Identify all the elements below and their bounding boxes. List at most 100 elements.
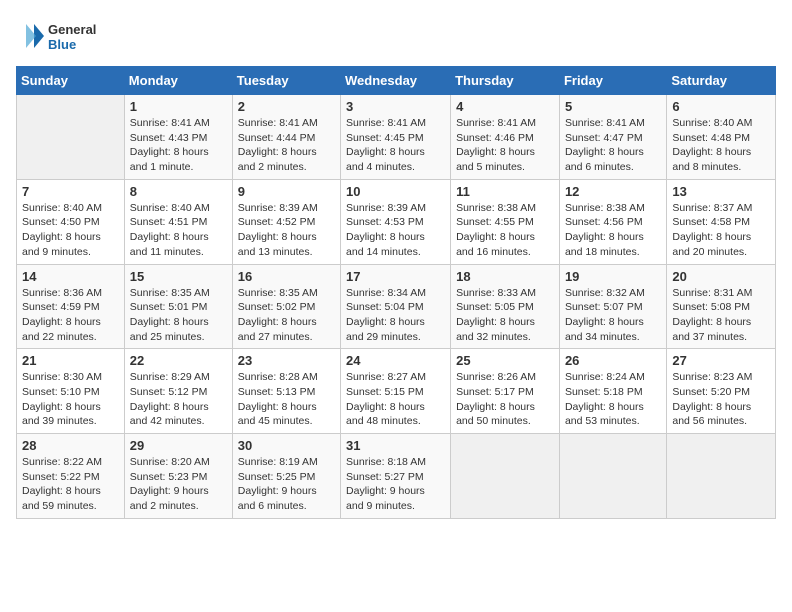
day-number: 29 [130,438,227,453]
svg-text:Blue: Blue [48,37,76,52]
calendar-week-row: 21 Sunrise: 8:30 AM Sunset: 5:10 PM Dayli… [17,349,776,434]
calendar-cell: 10 Sunrise: 8:39 AM Sunset: 4:53 PM Dayli… [341,179,451,264]
calendar-cell: 2 Sunrise: 8:41 AM Sunset: 4:44 PM Daylig… [232,95,340,180]
day-info: Sunrise: 8:28 AM Sunset: 5:13 PM Dayligh… [238,370,335,429]
calendar-cell: 11 Sunrise: 8:38 AM Sunset: 4:55 PM Dayli… [451,179,560,264]
day-number: 7 [22,184,119,199]
day-info: Sunrise: 8:40 AM Sunset: 4:50 PM Dayligh… [22,201,119,260]
day-of-week-header: Saturday [667,67,776,95]
calendar-cell: 30 Sunrise: 8:19 AM Sunset: 5:25 PM Dayli… [232,434,340,519]
day-number: 19 [565,269,661,284]
day-number: 4 [456,99,554,114]
calendar-cell [667,434,776,519]
day-info: Sunrise: 8:37 AM Sunset: 4:58 PM Dayligh… [672,201,770,260]
day-info: Sunrise: 8:18 AM Sunset: 5:27 PM Dayligh… [346,455,445,514]
day-number: 20 [672,269,770,284]
day-info: Sunrise: 8:38 AM Sunset: 4:55 PM Dayligh… [456,201,554,260]
calendar-cell: 7 Sunrise: 8:40 AM Sunset: 4:50 PM Daylig… [17,179,125,264]
day-number: 22 [130,353,227,368]
day-info: Sunrise: 8:33 AM Sunset: 5:05 PM Dayligh… [456,286,554,345]
day-number: 28 [22,438,119,453]
calendar-cell: 24 Sunrise: 8:27 AM Sunset: 5:15 PM Dayli… [341,349,451,434]
calendar-table: SundayMondayTuesdayWednesdayThursdayFrid… [16,66,776,519]
calendar-cell: 23 Sunrise: 8:28 AM Sunset: 5:13 PM Dayli… [232,349,340,434]
day-of-week-header: Friday [559,67,666,95]
day-number: 26 [565,353,661,368]
day-info: Sunrise: 8:29 AM Sunset: 5:12 PM Dayligh… [130,370,227,429]
calendar-cell: 6 Sunrise: 8:40 AM Sunset: 4:48 PM Daylig… [667,95,776,180]
calendar-cell [451,434,560,519]
day-number: 1 [130,99,227,114]
day-number: 15 [130,269,227,284]
day-info: Sunrise: 8:22 AM Sunset: 5:22 PM Dayligh… [22,455,119,514]
day-number: 12 [565,184,661,199]
day-info: Sunrise: 8:41 AM Sunset: 4:44 PM Dayligh… [238,116,335,175]
day-number: 8 [130,184,227,199]
day-info: Sunrise: 8:40 AM Sunset: 4:48 PM Dayligh… [672,116,770,175]
day-info: Sunrise: 8:38 AM Sunset: 4:56 PM Dayligh… [565,201,661,260]
day-number: 24 [346,353,445,368]
day-info: Sunrise: 8:27 AM Sunset: 5:15 PM Dayligh… [346,370,445,429]
day-of-week-header: Tuesday [232,67,340,95]
day-of-week-header: Monday [124,67,232,95]
day-info: Sunrise: 8:35 AM Sunset: 5:02 PM Dayligh… [238,286,335,345]
day-number: 2 [238,99,335,114]
day-number: 11 [456,184,554,199]
calendar-cell: 17 Sunrise: 8:34 AM Sunset: 5:04 PM Dayli… [341,264,451,349]
day-number: 10 [346,184,445,199]
day-number: 3 [346,99,445,114]
day-number: 23 [238,353,335,368]
calendar-cell: 20 Sunrise: 8:31 AM Sunset: 5:08 PM Dayli… [667,264,776,349]
day-of-week-header: Wednesday [341,67,451,95]
calendar-cell: 16 Sunrise: 8:35 AM Sunset: 5:02 PM Dayli… [232,264,340,349]
day-info: Sunrise: 8:30 AM Sunset: 5:10 PM Dayligh… [22,370,119,429]
day-number: 6 [672,99,770,114]
calendar-cell: 14Sunrise: 8:36 AM Sunset: 4:59 PM Dayli… [17,264,125,349]
calendar-cell [559,434,666,519]
day-info: Sunrise: 8:39 AM Sunset: 4:53 PM Dayligh… [346,201,445,260]
page-header: General Blue [16,16,776,56]
day-info: Sunrise: 8:40 AM Sunset: 4:51 PM Dayligh… [130,201,227,260]
calendar-cell: 13 Sunrise: 8:37 AM Sunset: 4:58 PM Dayli… [667,179,776,264]
calendar-week-row: 7 Sunrise: 8:40 AM Sunset: 4:50 PM Daylig… [17,179,776,264]
calendar-header-row: SundayMondayTuesdayWednesdayThursdayFrid… [17,67,776,95]
day-info: Sunrise: 8:31 AM Sunset: 5:08 PM Dayligh… [672,286,770,345]
calendar-cell: 12 Sunrise: 8:38 AM Sunset: 4:56 PM Dayli… [559,179,666,264]
calendar-cell: 21 Sunrise: 8:30 AM Sunset: 5:10 PM Dayli… [17,349,125,434]
day-info: Sunrise: 8:23 AM Sunset: 5:20 PM Dayligh… [672,370,770,429]
calendar-cell: 22 Sunrise: 8:29 AM Sunset: 5:12 PM Dayli… [124,349,232,434]
day-info: Sunrise: 8:26 AM Sunset: 5:17 PM Dayligh… [456,370,554,429]
day-info: Sunrise: 8:41 AM Sunset: 4:45 PM Dayligh… [346,116,445,175]
day-number: 16 [238,269,335,284]
logo: General Blue [16,16,116,56]
calendar-week-row: 1Sunrise: 8:41 AM Sunset: 4:43 PM Daylig… [17,95,776,180]
day-info: Sunrise: 8:41 AM Sunset: 4:47 PM Dayligh… [565,116,661,175]
day-number: 30 [238,438,335,453]
day-info: Sunrise: 8:34 AM Sunset: 5:04 PM Dayligh… [346,286,445,345]
calendar-cell: 3 Sunrise: 8:41 AM Sunset: 4:45 PM Daylig… [341,95,451,180]
day-number: 17 [346,269,445,284]
day-number: 21 [22,353,119,368]
day-number: 27 [672,353,770,368]
day-info: Sunrise: 8:36 AM Sunset: 4:59 PM Dayligh… [22,286,119,345]
calendar-cell: 15 Sunrise: 8:35 AM Sunset: 5:01 PM Dayli… [124,264,232,349]
logo-svg: General Blue [16,16,116,56]
calendar-cell: 9Sunrise: 8:39 AM Sunset: 4:52 PM Daylig… [232,179,340,264]
calendar-cell: 26 Sunrise: 8:24 AM Sunset: 5:18 PM Dayli… [559,349,666,434]
calendar-cell: 4Sunrise: 8:41 AM Sunset: 4:46 PM Daylig… [451,95,560,180]
calendar-cell: 1Sunrise: 8:41 AM Sunset: 4:43 PM Daylig… [124,95,232,180]
day-number: 5 [565,99,661,114]
calendar-cell: 5 Sunrise: 8:41 AM Sunset: 4:47 PM Daylig… [559,95,666,180]
day-number: 13 [672,184,770,199]
calendar-week-row: 28 Sunrise: 8:22 AM Sunset: 5:22 PM Dayli… [17,434,776,519]
calendar-cell [17,95,125,180]
day-info: Sunrise: 8:24 AM Sunset: 5:18 PM Dayligh… [565,370,661,429]
calendar-cell: 8 Sunrise: 8:40 AM Sunset: 4:51 PM Daylig… [124,179,232,264]
day-info: Sunrise: 8:19 AM Sunset: 5:25 PM Dayligh… [238,455,335,514]
day-info: Sunrise: 8:35 AM Sunset: 5:01 PM Dayligh… [130,286,227,345]
calendar-cell: 28 Sunrise: 8:22 AM Sunset: 5:22 PM Dayli… [17,434,125,519]
calendar-cell: 31 Sunrise: 8:18 AM Sunset: 5:27 PM Dayli… [341,434,451,519]
calendar-cell: 29Sunrise: 8:20 AM Sunset: 5:23 PM Dayli… [124,434,232,519]
day-number: 31 [346,438,445,453]
day-of-week-header: Sunday [17,67,125,95]
